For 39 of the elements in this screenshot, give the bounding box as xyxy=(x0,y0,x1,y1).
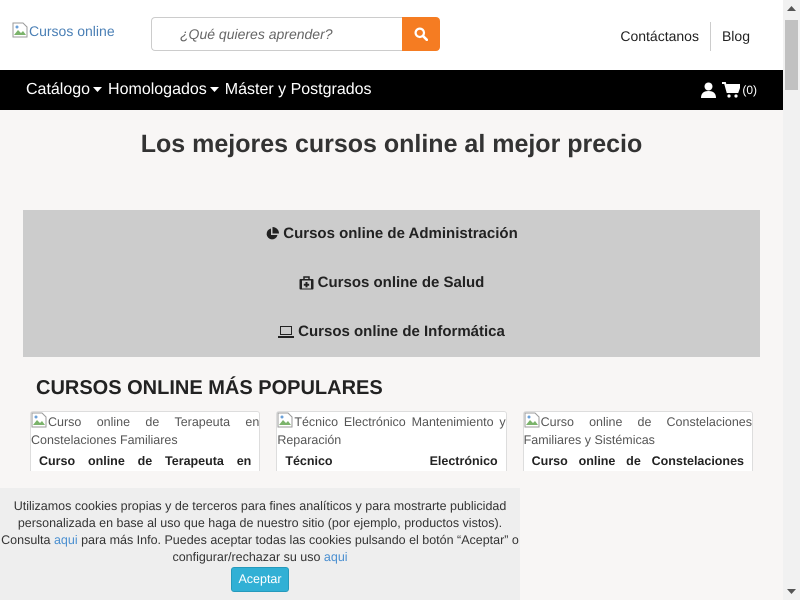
broken-image-icon xyxy=(31,412,47,428)
section-title: CURSOS ONLINE MÁS POPULARES xyxy=(36,375,384,400)
scrollbar[interactable] xyxy=(783,0,800,600)
image-alt-text: Curso online de Constelaciones Familiares y Sistémicas xyxy=(524,412,752,448)
course-card[interactable]: Curso online de Constelaciones Familiares y Sistémicas Curso online de Constelaciones xyxy=(522,410,753,470)
header-link[interactable]: Contáctanos xyxy=(609,22,710,51)
logo-image-link[interactable]: Cursos online xyxy=(12,21,151,42)
nav-item[interactable]: Homologados xyxy=(108,78,219,102)
category-link[interactable]: Cursos online de Informática xyxy=(278,322,505,342)
search-button[interactable] xyxy=(402,17,440,51)
cookie-message: Utilizamos cookies propias y de terceros para fines analíticos y para mostrarte publicidad personalizada en base al uso que haga de nuestro sitio (por ejemplo, productos vistos). Consulta aqui para más Info. Puedes aceptar todas las cookies pulsando el botón “Aceptar” o configurar/rechazar su uso aqui xyxy=(0,498,520,566)
course-card[interactable]: Curso online de Terapeuta en Constelaciones Familiares Curso online de Terapeuta en xyxy=(30,410,260,470)
hero-title: Los mejores cursos online al mejor precio xyxy=(140,129,644,160)
category-link[interactable]: Cursos online de Administración xyxy=(265,224,518,244)
scroll-up-icon xyxy=(787,6,796,11)
scrollbar-thumb[interactable] xyxy=(785,20,798,90)
nav-item[interactable]: Máster y Postgrados xyxy=(224,78,372,102)
course-title: Curso online de Constelaciones xyxy=(530,452,745,470)
category-link[interactable]: Cursos online de Salud xyxy=(298,273,484,293)
image-alt-text: Técnico Electrónico Mantenimiento y Reparación xyxy=(277,412,506,448)
course-card[interactable]: Técnico Electrónico Mantenimiento y Reparación Técnico Electrónico xyxy=(276,410,507,470)
scroll-down-icon xyxy=(787,589,796,594)
pie-chart-icon xyxy=(265,227,280,241)
broken-image-icon xyxy=(12,22,28,38)
cart-count: (0) xyxy=(742,82,757,99)
user-icon[interactable] xyxy=(701,82,716,98)
search-field[interactable]: ¿Qué quieres aprender? xyxy=(151,17,402,51)
nav-item[interactable]: Catálogo xyxy=(26,78,102,102)
search-icon xyxy=(414,27,428,41)
shopping-cart-icon[interactable] xyxy=(722,82,740,98)
laptop-icon xyxy=(278,326,294,338)
broken-image-icon xyxy=(277,412,294,428)
caret-down-icon xyxy=(210,87,219,93)
caret-down-icon xyxy=(93,87,102,93)
broken-image-icon xyxy=(524,412,540,428)
course-title: Curso online de Terapeuta en xyxy=(38,452,252,470)
image-alt-text: Curso online de Terapeuta en Constelaciones Familiares xyxy=(31,412,260,448)
medical-kit-icon xyxy=(298,276,314,290)
course-title: Técnico Electrónico xyxy=(284,452,499,470)
